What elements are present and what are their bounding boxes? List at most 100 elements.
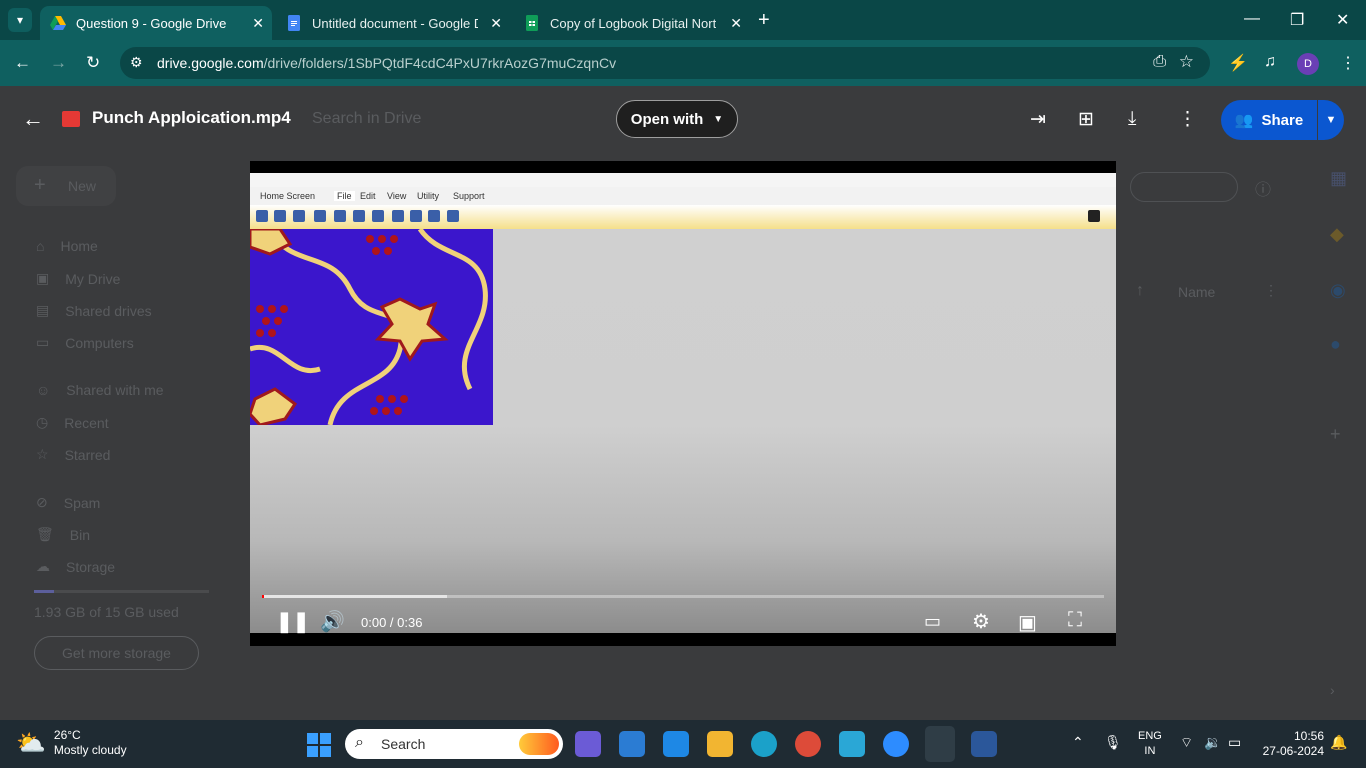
sidebar-item-recent[interactable]: ◷ Recent — [36, 414, 109, 431]
sort-arrow-icon[interactable]: ↑ — [1136, 282, 1144, 300]
remote-desktop-icon[interactable] — [839, 731, 865, 757]
video-file-icon — [62, 111, 80, 127]
lang-top: ENG — [1138, 730, 1162, 742]
sidebar-item-label: Shared with me — [66, 382, 164, 398]
share-button[interactable]: 👥 Share — [1221, 100, 1317, 140]
tab-search-button[interactable]: ▾ — [8, 8, 32, 32]
sidebar-item-storage[interactable]: ☁ Storage — [36, 558, 115, 575]
sidebar-item-shared-drives[interactable]: ▤ Shared drives — [36, 302, 152, 319]
zoom-icon[interactable] — [883, 731, 909, 757]
more-actions-icon[interactable]: ⋮ — [1178, 108, 1197, 131]
reload-icon[interactable]: ↻ — [86, 53, 100, 73]
back-icon[interactable]: ← — [14, 53, 31, 73]
video-player[interactable]: Home Screen File Edit View Utility Suppo… — [250, 161, 1116, 646]
move-to-folder-icon[interactable]: ⇥ — [1030, 108, 1046, 131]
mail-icon[interactable] — [663, 731, 689, 757]
show-hidden-icons-icon[interactable]: ⌃ — [1072, 734, 1084, 751]
sort-name-label[interactable]: Name — [1178, 284, 1215, 300]
tab-google-sheets[interactable]: Copy of Logbook Digital North ✕ — [514, 6, 750, 40]
tab-title: Untitled document - Google Do — [312, 15, 478, 31]
back-arrow-icon[interactable]: ← — [22, 106, 44, 132]
open-with-button[interactable]: Open with ▼ — [616, 100, 738, 138]
wifi-icon[interactable]: ⌔ — [1180, 734, 1193, 752]
tab-google-docs[interactable]: Untitled document - Google Do ✕ — [276, 6, 510, 40]
add-comment-icon[interactable]: ⊞ — [1078, 108, 1094, 131]
download-icon[interactable]: ⤓ — [1128, 108, 1136, 130]
sidebar-item-starred[interactable]: ☆ Starred — [36, 446, 110, 463]
chrome-profile-icon[interactable] — [795, 731, 821, 757]
settings-gear-icon[interactable]: ⚙ — [972, 609, 990, 634]
video-time: 0:00 / 0:36 — [361, 615, 423, 630]
fullscreen-icon[interactable]: ⛶ — [1068, 609, 1082, 632]
more-options-icon[interactable]: ⋮ — [1264, 282, 1278, 299]
close-window-icon[interactable]: ✕ — [1336, 10, 1349, 30]
tab-strip: ▾ Question 9 - Google Drive ✕ Untitled d… — [0, 0, 1366, 40]
notification-bell-icon[interactable]: 🔔 — [1330, 734, 1347, 751]
sidebar-item-label: Spam — [63, 494, 101, 511]
chrome-active-icon[interactable] — [925, 726, 955, 762]
contacts-icon[interactable]: ● — [1330, 334, 1341, 355]
calendar-icon[interactable]: ▦ — [1330, 168, 1347, 189]
sidebar-item-shared-with-me[interactable]: ☺ Shared with me — [36, 382, 164, 398]
speaker-icon[interactable]: 🔉 — [1204, 734, 1221, 751]
profile-avatar[interactable]: D — [1297, 53, 1319, 75]
drive-icon: ▣ — [36, 270, 50, 286]
weather-widget[interactable]: ⛅ 26°C Mostly cloudy — [16, 728, 127, 758]
bin-icon: 🗑 — [36, 526, 54, 542]
new-button[interactable]: + New — [16, 166, 116, 206]
address-bar[interactable]: ⚙ drive.google.com/drive/folders/1SbPQtd… — [120, 47, 1210, 79]
sidebar-item-label: Home — [60, 238, 98, 254]
language-indicator[interactable]: ENG IN — [1138, 729, 1162, 759]
google-sheets-icon — [526, 15, 538, 31]
media-control-icon[interactable]: ♫ — [1264, 53, 1276, 71]
install-app-icon[interactable]: ⎙ — [1153, 53, 1166, 71]
recorded-app-toolbar — [250, 205, 1116, 229]
captions-icon[interactable]: ▭ — [924, 611, 941, 632]
microsoft-store-icon[interactable] — [619, 731, 645, 757]
site-info-icon[interactable]: ⚙ — [130, 54, 143, 71]
teams-meet-icon[interactable] — [575, 731, 601, 757]
tasks-icon[interactable]: ◉ — [1330, 280, 1346, 301]
forward-icon[interactable]: → — [50, 53, 67, 73]
recorded-app-menubar: Home Screen File Edit View Utility Suppo… — [250, 187, 1116, 205]
browser-menu-icon[interactable]: ⋮ — [1340, 53, 1356, 73]
info-icon[interactable]: ⓘ — [1255, 176, 1271, 200]
bookmark-star-icon[interactable]: ☆ — [1179, 52, 1194, 72]
google-docs-icon — [288, 15, 300, 31]
close-tab-icon[interactable]: ✕ — [252, 15, 264, 32]
taskbar-search-label: Search — [381, 736, 426, 752]
close-tab-icon[interactable]: ✕ — [490, 15, 502, 32]
url-text[interactable]: drive.google.com/drive/folders/1SbPQtdF4… — [157, 55, 616, 71]
extension-icon[interactable]: ⚡ — [1228, 53, 1248, 73]
sidebar-item-computers[interactable]: ▭ Computers — [36, 334, 134, 351]
sidebar-item-label: Storage — [66, 558, 116, 575]
view-toggle[interactable] — [1130, 172, 1238, 202]
volume-icon[interactable]: 🔊 — [320, 609, 345, 634]
microphone-icon[interactable]: 🎙 — [1104, 734, 1122, 751]
miniplayer-icon[interactable]: ▣ — [1018, 610, 1037, 635]
sidebar-item-my-drive[interactable]: ▣ My Drive — [36, 270, 120, 287]
expand-panel-icon[interactable]: › — [1330, 682, 1335, 698]
sidebar-item-bin[interactable]: 🗑 Bin — [36, 526, 90, 543]
tab-google-drive[interactable]: Question 9 - Google Drive ✕ — [40, 6, 272, 40]
video-progress-bar[interactable] — [262, 595, 1104, 598]
taskbar-search[interactable]: ⌕ Search — [345, 729, 563, 759]
buffered-bar — [262, 595, 447, 598]
new-tab-icon[interactable]: + — [758, 9, 770, 32]
clock[interactable]: 10:56 27-06-2024 — [1258, 729, 1324, 759]
battery-icon[interactable]: ▭ — [1228, 734, 1241, 751]
restore-icon[interactable]: ❐ — [1290, 10, 1304, 30]
windows-start-icon[interactable] — [307, 733, 331, 757]
sidebar-item-home[interactable]: ⌂ Home — [36, 238, 98, 254]
minimize-icon[interactable]: — — [1244, 10, 1260, 28]
close-tab-icon[interactable]: ✕ — [730, 15, 742, 32]
add-addon-icon[interactable]: + — [1330, 424, 1341, 445]
keep-icon[interactable]: ◆ — [1330, 224, 1344, 245]
file-explorer-icon[interactable] — [707, 731, 733, 757]
edge-icon[interactable] — [751, 731, 777, 757]
share-dropdown-icon[interactable]: ▼ — [1318, 100, 1344, 140]
word-icon[interactable] — [971, 731, 997, 757]
pause-icon[interactable]: ❚❚ — [276, 609, 310, 634]
sidebar-item-spam[interactable]: ⊘ Spam — [36, 494, 100, 511]
get-more-storage-button[interactable]: Get more storage — [34, 636, 199, 670]
